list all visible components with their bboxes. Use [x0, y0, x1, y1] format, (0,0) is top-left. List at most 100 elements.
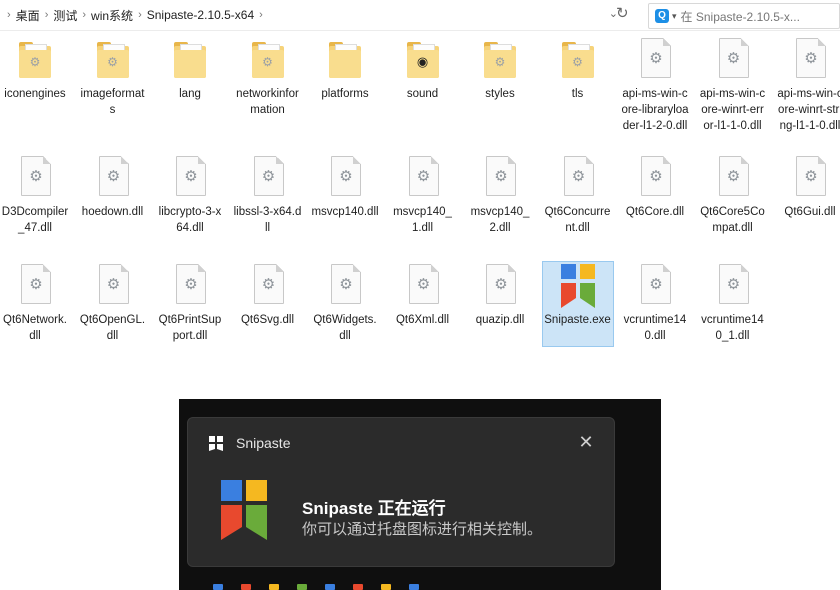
file-item-quazip-dll[interactable]: ⚙ quazip.dll: [465, 262, 535, 328]
dll-file-icon: ⚙: [480, 154, 520, 202]
snipaste-small-icon: [209, 436, 223, 451]
file-item-vcruntime140-1-dll[interactable]: ⚙ vcruntime140_1.dll: [698, 262, 768, 344]
chevron-right-icon: ›: [259, 9, 263, 21]
file-item-tls[interactable]: ⚙ tls: [543, 36, 613, 102]
file-item-msvcp140-2-dll[interactable]: ⚙ msvcp140_2.dll: [465, 154, 535, 236]
file-item-snipaste-exe[interactable]: Snipaste.exe: [541, 261, 614, 347]
file-name-label: api-ms-win-core-winrt-error-l1-1-0.dll: [699, 88, 766, 132]
dll-file-icon: ⚙: [790, 36, 830, 84]
gear-icon: ⚙: [726, 168, 741, 185]
notification-area: Snipaste ✕ Snipaste 正在运行 你可以通过托盘图标进行相关控制…: [179, 399, 661, 590]
file-name-label: msvcp140_1.dll: [393, 206, 452, 234]
file-item-qt6concurrent-dll[interactable]: ⚙ Qt6Concurrent.dll: [543, 154, 613, 236]
gear-icon: ⚙: [494, 55, 506, 69]
file-item-qt6core5compat-dll[interactable]: ⚙ Qt6Core5Compat.dll: [698, 154, 768, 236]
toast-notification[interactable]: Snipaste ✕ Snipaste 正在运行 你可以通过托盘图标进行相关控制…: [187, 417, 615, 567]
file-name-label: libcrypto-3-x64.dll: [158, 206, 222, 234]
chevron-right-icon: ›: [7, 9, 11, 21]
file-name-label: api-ms-win-core-winrt-string-l1-1-0.dll: [777, 88, 840, 132]
gear-icon: ⚙: [261, 276, 276, 293]
folder-icon: ⚙: [480, 36, 520, 84]
file-item-qt6xml-dll[interactable]: ⚙ Qt6Xml.dll: [388, 262, 458, 328]
gear-icon: ⚙: [416, 276, 431, 293]
file-item-d3dcompiler-47-dll[interactable]: ⚙ D3Dcompiler_47.dll: [0, 154, 70, 236]
address-bar[interactable]: › 桌面 › 测试 › win系统 › Snipaste-2.10.5-x64 …: [2, 2, 640, 28]
file-item-api-ms-win-core-libraryloader-l1-2-0-dll[interactable]: ⚙ api-ms-win-core-libraryloader-l1-2-0.dl…: [620, 36, 690, 134]
dll-file-icon: ⚙: [15, 154, 55, 202]
gear-icon: ⚙: [416, 168, 431, 185]
gear-icon: ⚙: [339, 276, 353, 293]
file-item-libssl-3-x64-dll[interactable]: ⚙ libssl-3-x64.dll: [233, 154, 303, 236]
file-item-qt6widgets-dll[interactable]: ⚙ Qt6Widgets.dll: [310, 262, 380, 344]
file-item-qt6svg-dll[interactable]: ⚙ Qt6Svg.dll: [233, 262, 303, 328]
file-item-api-ms-win-core-winrt-error-l1-1-0-dll[interactable]: ⚙ api-ms-win-core-winrt-error-l1-1-0.dll: [698, 36, 768, 134]
gear-icon: ⚙: [106, 168, 121, 185]
file-name-label: Qt6Xml.dll: [395, 314, 450, 326]
file-item-sound[interactable]: ◉ sound: [388, 36, 458, 102]
dll-file-icon: ⚙: [790, 154, 830, 202]
file-name-label: iconengines: [4, 88, 66, 100]
close-icon[interactable]: ✕: [576, 432, 596, 452]
explorer-toolbar: › 桌面 › 测试 › win系统 › Snipaste-2.10.5-x64 …: [0, 0, 840, 31]
file-item-qt6opengl-dll[interactable]: ⚙ Qt6OpenGL.dll: [78, 262, 148, 344]
file-name-label: Qt6Core5Compat.dll: [700, 206, 765, 234]
file-name-label: hoedown.dll: [81, 206, 144, 218]
dll-file-icon: ⚙: [713, 36, 753, 84]
refresh-icon[interactable]: ↻: [616, 4, 629, 22]
breadcrumb-desktop[interactable]: 桌面: [16, 7, 40, 24]
file-item-qt6network-dll[interactable]: ⚙ Qt6Network.dll: [0, 262, 70, 344]
file-name-label: libssl-3-x64.dll: [233, 206, 302, 234]
file-item-msvcp140-1-dll[interactable]: ⚙ msvcp140_1.dll: [388, 154, 458, 236]
file-item-networkinformation[interactable]: ⚙ networkinformation: [233, 36, 303, 118]
gear-icon: ⚙: [649, 276, 663, 293]
search-box[interactable]: Q ▾ 在 Snipaste-2.10.5-x...: [648, 3, 840, 29]
file-name-label: msvcp140_2.dll: [470, 206, 530, 234]
gear-icon: ⚙: [339, 168, 353, 185]
file-item-platforms[interactable]: platforms: [310, 36, 380, 102]
breadcrumb-test[interactable]: 测试: [53, 7, 77, 24]
file-name-label: Qt6PrintSupport.dll: [158, 314, 222, 342]
search-input[interactable]: 在 Snipaste-2.10.5-x...: [681, 8, 800, 25]
breadcrumb-current[interactable]: Snipaste-2.10.5-x64: [147, 8, 254, 22]
gear-icon: ⚙: [726, 50, 741, 67]
file-item-libcrypto-3-x64-dll[interactable]: ⚙ libcrypto-3-x64.dll: [155, 154, 225, 236]
breadcrumb-win[interactable]: win系统: [91, 7, 133, 24]
file-item-qt6printsupport-dll[interactable]: ⚙ Qt6PrintSupport.dll: [155, 262, 225, 344]
dll-file-icon: ⚙: [248, 154, 288, 202]
file-item-qt6gui-dll[interactable]: ⚙ Qt6Gui.dll: [775, 154, 840, 220]
file-item-lang[interactable]: lang: [155, 36, 225, 102]
file-item-api-ms-win-core-winrt-string-l1-1-0-dll[interactable]: ⚙ api-ms-win-core-winrt-string-l1-1-0.dll: [775, 36, 840, 134]
toast-body: 你可以通过托盘图标进行相关控制。: [302, 521, 543, 538]
dropdown-arrow-icon[interactable]: ▾: [672, 11, 677, 22]
file-item-styles[interactable]: ⚙ styles: [465, 36, 535, 102]
dll-file-icon: ⚙: [15, 262, 55, 310]
gear-icon: ⚙: [571, 168, 586, 185]
dll-file-icon: ⚙: [325, 262, 365, 310]
folder-icon: [170, 36, 210, 84]
gear-icon: ⚙: [726, 276, 741, 293]
file-name-label: Qt6Svg.dll: [240, 314, 295, 326]
gear-icon: ⚙: [494, 168, 508, 185]
file-item-qt6core-dll[interactable]: ⚙ Qt6Core.dll: [620, 154, 690, 220]
folder-icon: ⚙: [93, 36, 133, 84]
file-name-label: networkinformation: [236, 88, 299, 116]
gear-icon: ⚙: [262, 55, 273, 69]
dll-file-icon: ⚙: [480, 262, 520, 310]
file-name-label: vcruntime140.dll: [623, 314, 687, 342]
file-name-label: sound: [406, 88, 439, 100]
file-item-msvcp140-dll[interactable]: ⚙ msvcp140.dll: [310, 154, 380, 220]
dll-file-icon: ⚙: [403, 262, 443, 310]
file-item-imageformats[interactable]: ⚙ imageformats: [78, 36, 148, 118]
gear-icon: ⚙: [804, 168, 818, 185]
search-provider-icon: Q: [655, 9, 669, 23]
chevron-right-icon: ›: [44, 9, 49, 21]
dll-file-icon: ⚙: [713, 154, 753, 202]
file-item-vcruntime140-dll[interactable]: ⚙ vcruntime140.dll: [620, 262, 690, 344]
gear-icon: ⚙: [649, 50, 663, 67]
toast-app-name: Snipaste: [236, 435, 291, 451]
file-name-label: Qt6Widgets.dll: [313, 314, 377, 342]
file-name-label: styles: [485, 88, 515, 100]
file-item-iconengines[interactable]: ⚙ iconengines: [0, 36, 70, 102]
file-item-hoedown-dll[interactable]: ⚙ hoedown.dll: [78, 154, 148, 220]
file-name-label: Qt6Network.dll: [3, 314, 67, 342]
